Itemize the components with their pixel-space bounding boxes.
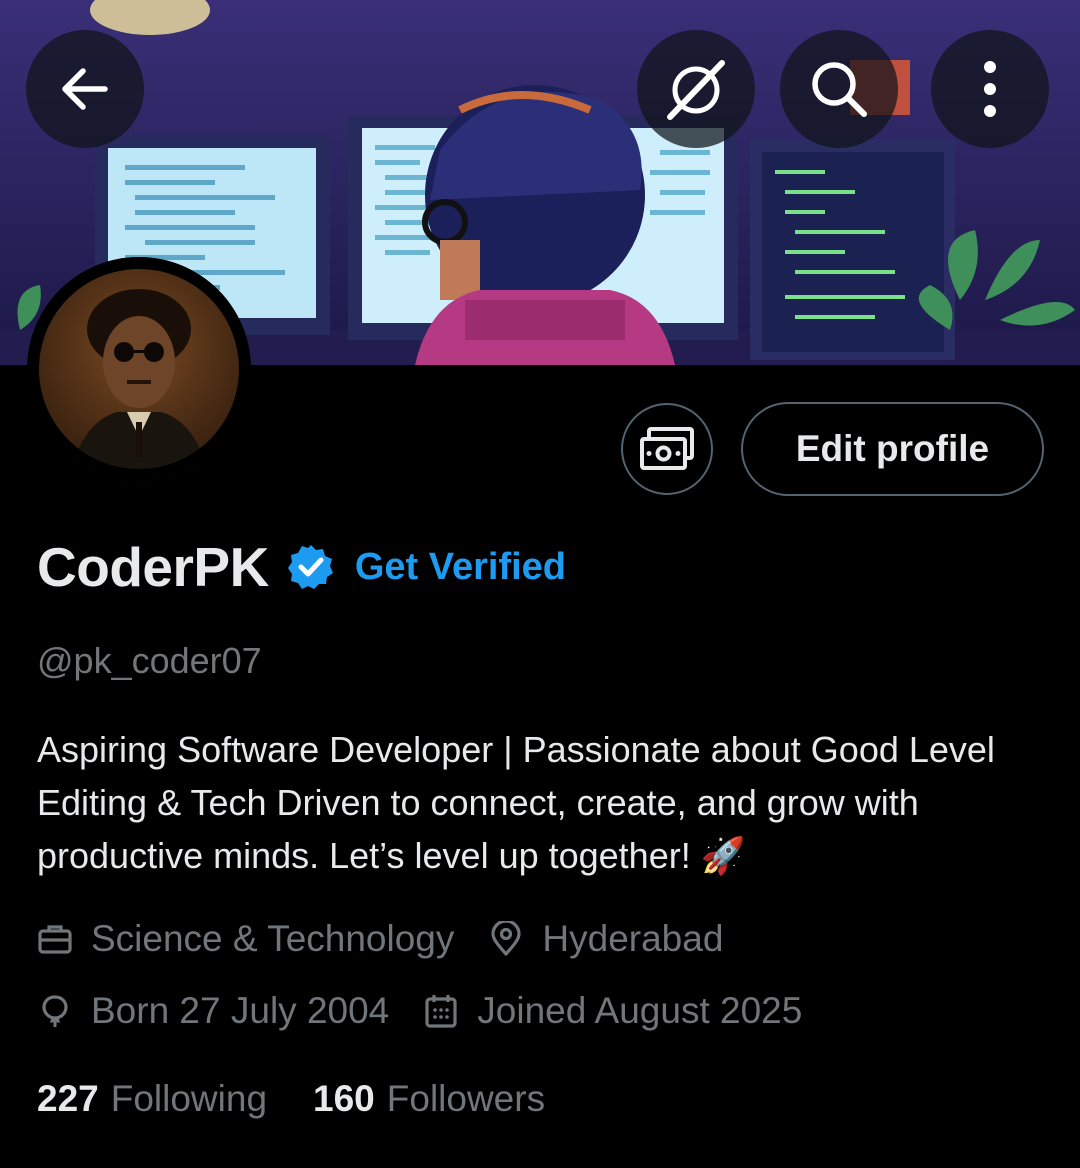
birthday-item: Born 27 July 2004 bbox=[37, 990, 389, 1032]
joined-item: Joined August 2025 bbox=[423, 990, 802, 1032]
grok-icon bbox=[667, 60, 725, 120]
following-label: Following bbox=[110, 1078, 268, 1119]
more-options-button[interactable] bbox=[931, 30, 1049, 148]
calendar-icon bbox=[425, 995, 457, 1028]
avatar[interactable] bbox=[27, 257, 251, 481]
following-count: 227 bbox=[37, 1078, 99, 1119]
more-vertical-icon bbox=[984, 61, 996, 117]
follow-stats: 227 Following 160 Followers bbox=[37, 1078, 591, 1120]
followers-count: 160 bbox=[313, 1078, 375, 1119]
verified-badge-icon[interactable] bbox=[287, 543, 335, 591]
balloon-icon bbox=[42, 995, 68, 1027]
profile-meta-row: Science & Technology Hyderabad bbox=[37, 918, 757, 960]
location-item: Hyderabad bbox=[488, 918, 723, 960]
get-verified-link[interactable]: Get Verified bbox=[355, 546, 566, 589]
tip-button[interactable] bbox=[621, 403, 713, 495]
birthday-text: Born 27 July 2004 bbox=[91, 990, 390, 1031]
search-icon bbox=[812, 62, 867, 117]
location-pin-icon bbox=[491, 921, 521, 956]
edit-profile-button[interactable]: Edit profile bbox=[741, 402, 1044, 496]
location-text: Hyderabad bbox=[542, 918, 724, 959]
arrow-left-icon bbox=[62, 68, 108, 110]
joined-text: Joined August 2025 bbox=[477, 990, 803, 1031]
followers-label: Followers bbox=[386, 1078, 546, 1119]
profile-bio: Aspiring Software Developer | Passionate… bbox=[37, 729, 995, 876]
search-button[interactable] bbox=[780, 30, 898, 148]
following-link[interactable]: 227 Following bbox=[37, 1078, 267, 1120]
briefcase-icon bbox=[38, 925, 72, 954]
back-button[interactable] bbox=[26, 30, 144, 148]
followers-link[interactable]: 160 Followers bbox=[313, 1078, 545, 1120]
category-text: Science & Technology bbox=[91, 918, 455, 959]
money-icon bbox=[640, 427, 694, 470]
grok-button[interactable] bbox=[637, 30, 755, 148]
category-item: Science & Technology bbox=[37, 918, 454, 960]
display-name: CoderPK bbox=[37, 536, 269, 598]
edit-profile-label: Edit profile bbox=[795, 428, 990, 469]
username-handle: @pk_coder07 bbox=[37, 640, 262, 681]
avatar-image bbox=[27, 257, 251, 481]
name-row: CoderPK Get Verified bbox=[37, 532, 566, 602]
profile-meta-row: Born 27 July 2004 Joined August 2025 bbox=[37, 990, 836, 1032]
